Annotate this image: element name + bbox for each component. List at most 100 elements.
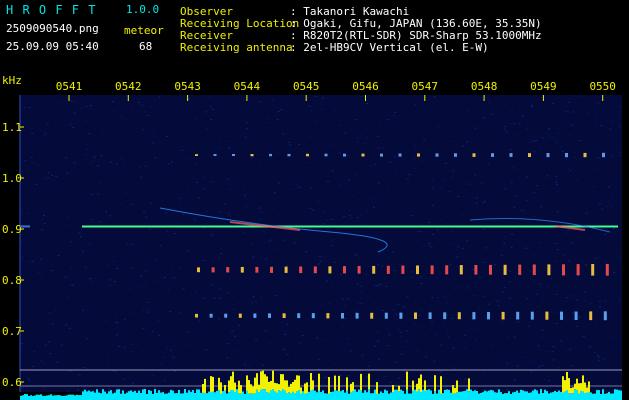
level-peak — [454, 387, 456, 394]
level-bar — [118, 389, 120, 400]
level-bar — [472, 391, 474, 400]
level-bar — [292, 391, 294, 400]
level-peak — [586, 387, 588, 393]
level-bar — [328, 393, 330, 400]
level-bar — [186, 392, 188, 400]
level-bar — [364, 390, 366, 400]
level-bar — [182, 393, 184, 400]
level-bar — [156, 392, 158, 400]
level-bar — [358, 389, 360, 400]
pulse-row-lower — [428, 312, 432, 319]
level-bar — [476, 391, 478, 400]
pulse-row-upper — [324, 153, 328, 157]
level-peak — [334, 375, 336, 391]
level-peak — [286, 380, 288, 394]
level-bar — [136, 392, 138, 400]
level-bar — [416, 391, 418, 400]
pulse-row-middle — [328, 266, 332, 274]
level-peak — [298, 375, 300, 391]
level-bar — [620, 390, 622, 400]
level-bar — [360, 390, 362, 400]
level-bar — [446, 389, 448, 400]
level-bar — [602, 389, 604, 400]
level-bar — [610, 393, 612, 400]
level-bar — [536, 390, 538, 400]
level-bar — [264, 389, 266, 400]
level-bar — [126, 392, 128, 400]
level-bar — [618, 390, 620, 400]
pulse-row-middle — [445, 265, 449, 275]
level-bar — [378, 393, 380, 400]
level-peak — [584, 382, 586, 394]
pulse-row-lower — [341, 313, 344, 319]
level-peak — [230, 376, 232, 390]
level-bar — [306, 392, 308, 400]
level-bar — [338, 391, 340, 400]
level-peak — [562, 376, 564, 393]
level-peak — [468, 378, 470, 392]
level-bar — [152, 393, 154, 400]
level-bar — [116, 389, 118, 400]
level-bar — [134, 390, 136, 400]
pulse-row-lower — [297, 313, 301, 319]
level-peak — [288, 386, 290, 393]
level-bar — [564, 391, 566, 400]
level-peak — [224, 385, 226, 391]
level-bar — [418, 389, 420, 400]
level-bar — [530, 392, 532, 400]
level-peak — [568, 378, 570, 394]
level-bar — [380, 391, 382, 400]
level-bar — [368, 389, 370, 400]
level-bar — [158, 390, 160, 400]
level-bar — [50, 394, 52, 400]
pulse-row-lower — [560, 311, 563, 320]
level-peak — [346, 377, 348, 391]
level-bar — [408, 393, 410, 400]
level-bar — [584, 393, 586, 400]
level-bar — [518, 392, 520, 400]
level-bar — [288, 392, 290, 400]
level-bar — [240, 393, 242, 400]
level-bar — [366, 392, 368, 400]
level-bar — [180, 393, 182, 400]
level-bar — [290, 393, 292, 400]
level-peak — [582, 375, 584, 392]
level-bar — [604, 393, 606, 400]
level-bar — [64, 395, 66, 400]
level-peak — [328, 377, 330, 394]
level-bar — [130, 390, 132, 400]
pulse-row-middle — [255, 266, 259, 273]
level-peak — [406, 371, 408, 390]
level-bar — [464, 390, 466, 400]
level-bar — [74, 395, 76, 400]
level-bar — [92, 391, 94, 400]
level-peak — [270, 380, 272, 391]
level-bar — [352, 391, 354, 400]
level-bar — [166, 393, 168, 400]
level-bar — [174, 393, 176, 400]
level-bar — [414, 389, 416, 400]
level-bar — [28, 396, 30, 400]
level-bar — [162, 392, 164, 400]
level-peak — [276, 383, 278, 393]
level-peak — [310, 373, 312, 391]
level-peak — [240, 385, 242, 394]
level-bar — [588, 392, 590, 400]
level-bar — [120, 393, 122, 400]
level-bar — [102, 389, 104, 400]
level-peak — [282, 374, 284, 390]
level-bar — [260, 389, 262, 400]
pulse-row-lower — [414, 312, 417, 319]
level-peak — [294, 379, 296, 394]
pulse-row-lower — [195, 313, 198, 318]
level-bar — [540, 389, 542, 400]
level-peak — [452, 385, 454, 394]
level-bar — [546, 391, 548, 400]
level-peak — [360, 373, 362, 391]
level-bar — [508, 391, 510, 400]
level-bar — [324, 393, 326, 400]
level-bar — [184, 389, 186, 400]
pulse-row-lower — [545, 311, 549, 320]
level-peak — [254, 377, 256, 394]
pulse-row-upper — [528, 153, 531, 157]
